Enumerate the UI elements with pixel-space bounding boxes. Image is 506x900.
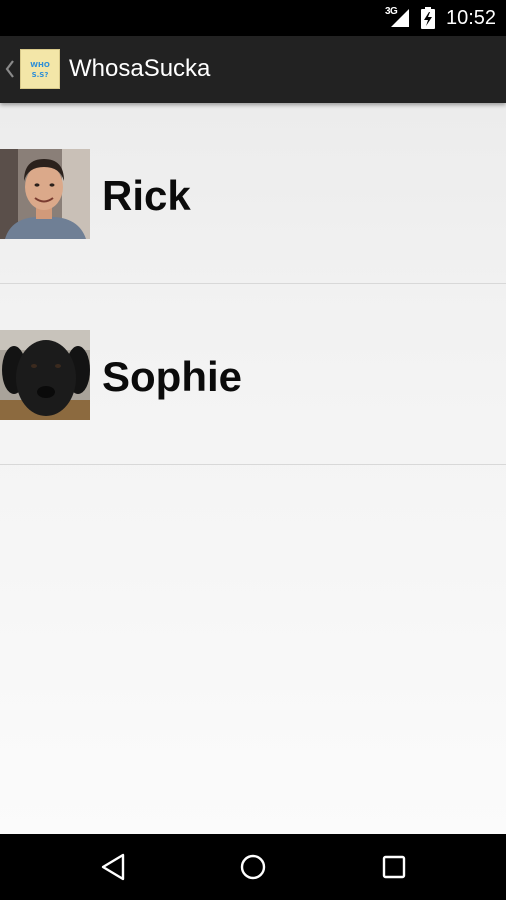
list-item[interactable]: Rick [0, 103, 506, 284]
app-logo-text-line2: S.S? [31, 71, 49, 79]
navigation-bar [0, 834, 506, 900]
recents-square-icon[interactable] [374, 847, 414, 887]
contact-list: Rick Sophie [0, 103, 506, 834]
man-portrait-photo [0, 149, 90, 239]
contact-name: Rick [102, 172, 191, 219]
clock: 10:52 [446, 7, 497, 29]
contact-name: Sophie [102, 353, 243, 400]
battery-icon [421, 7, 435, 29]
avatar [0, 330, 90, 420]
avatar [0, 149, 90, 239]
back-triangle-icon[interactable] [94, 847, 134, 887]
home-circle-icon[interactable] [233, 847, 273, 887]
app-title: WhosaSucka [69, 55, 211, 82]
status-bar: 3G 10:52 [0, 0, 506, 36]
back-caret-icon[interactable] [4, 58, 16, 80]
app-logo-text-line1: WHO [30, 61, 50, 69]
app-logo-icon[interactable]: WHO S.S? [20, 49, 60, 89]
black-dog-photo [0, 330, 90, 420]
list-item[interactable]: Sophie [0, 284, 506, 465]
action-bar: WHO S.S? WhosaSucka [0, 36, 506, 103]
signal-icon [391, 9, 409, 27]
